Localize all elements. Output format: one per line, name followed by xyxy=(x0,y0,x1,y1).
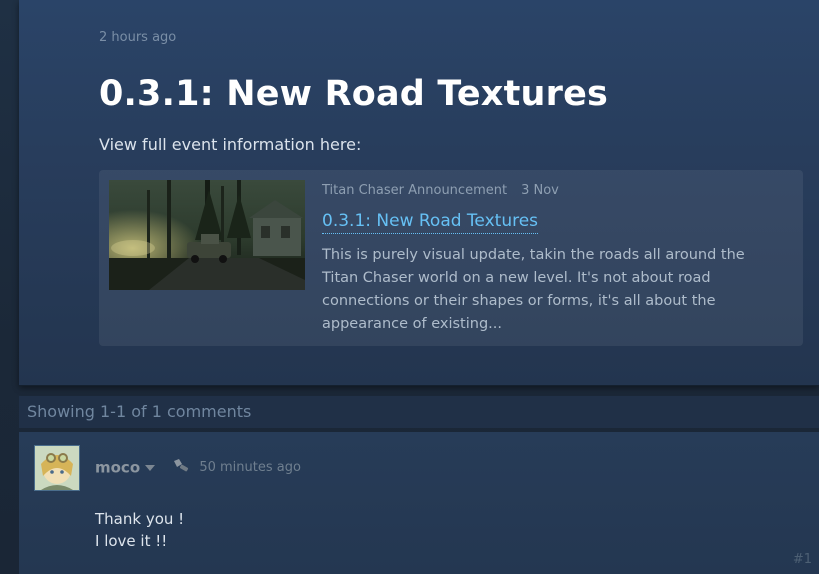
comments-header: Showing 1-1 of 1 comments xyxy=(19,396,819,428)
comment-author-row: moco 50 minutes ago xyxy=(95,457,301,477)
post-title: 0.3.1: New Road Textures xyxy=(99,74,609,114)
page: 2 hours ago 0.3.1: New Road Textures Vie… xyxy=(0,0,819,574)
comment-number[interactable]: #1 xyxy=(793,552,812,567)
event-date: 3 Nov xyxy=(521,183,559,198)
post-timestamp: 2 hours ago xyxy=(99,30,177,45)
event-meta: Titan Chaser Announcement 3 Nov xyxy=(322,183,559,198)
avatar-image xyxy=(35,446,79,490)
event-thumbnail-image xyxy=(109,180,305,290)
chevron-down-icon[interactable] xyxy=(145,464,156,471)
comments-count-text: Showing 1-1 of 1 comments xyxy=(27,402,252,421)
comment-text: Thank you ! I love it !! xyxy=(95,508,184,552)
comment-item: moco 50 minutes ago Thank you ! I love i… xyxy=(19,432,819,574)
comment-line: Thank you ! xyxy=(95,510,185,528)
comment-timestamp: 50 minutes ago xyxy=(199,460,301,475)
event-title-link[interactable]: 0.3.1: New Road Textures xyxy=(322,211,539,234)
view-info-text: View full event information here: xyxy=(99,135,362,154)
comment-author[interactable]: moco xyxy=(95,459,140,477)
event-thumbnail[interactable] xyxy=(109,180,305,290)
comment-line: I love it !! xyxy=(95,532,168,550)
event-description: This is purely visual update, takin the … xyxy=(322,247,745,332)
event-card[interactable]: Titan Chaser Announcement 3 Nov 0.3.1: Ne… xyxy=(99,170,803,346)
event-source: Titan Chaser Announcement xyxy=(322,183,508,198)
announcement-panel: 2 hours ago 0.3.1: New Road Textures Vie… xyxy=(19,0,819,386)
avatar[interactable] xyxy=(34,445,80,491)
developer-badge-icon xyxy=(172,458,190,477)
